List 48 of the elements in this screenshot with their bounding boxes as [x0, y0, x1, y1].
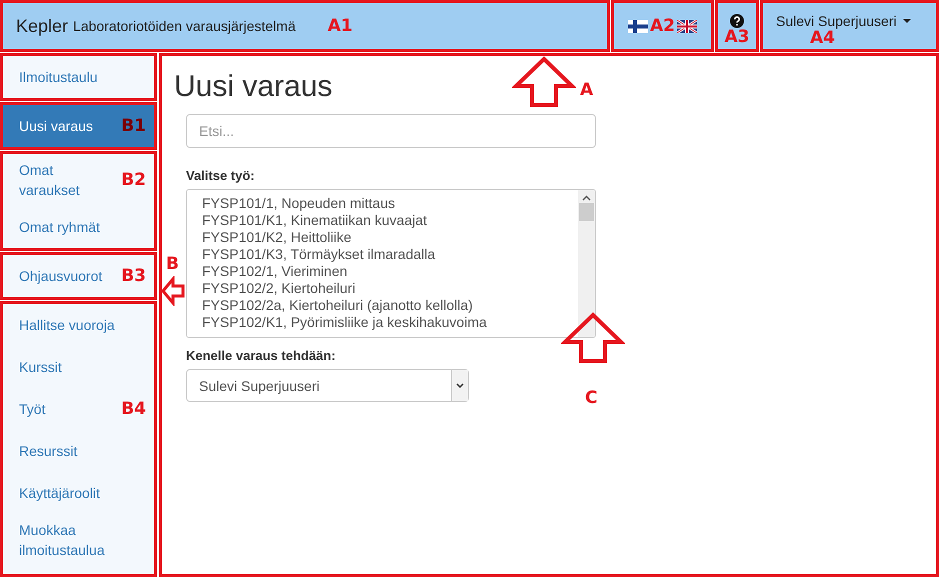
help-icon[interactable]	[730, 14, 744, 28]
job-option[interactable]: FYSP102/2a, Kiertoheiluri (ajanotto kellolla)	[202, 297, 563, 314]
job-option[interactable]: FYSP101/1, Nopeuden mittaus	[202, 195, 563, 212]
job-option[interactable]: FYSP101/K2, Heittoliike	[202, 229, 563, 246]
person-select[interactable]: Sulevi Superjuuseri	[186, 369, 469, 402]
field-label: Valitse työ:	[186, 168, 256, 183]
annotation-label: C	[585, 388, 598, 408]
scrollbar-thumb[interactable]	[579, 203, 594, 221]
annotation-label: A1	[328, 16, 353, 36]
search-field[interactable]: Etsi...	[186, 114, 596, 148]
annotation-label: A4	[810, 29, 835, 47]
annotation-label: A2	[650, 16, 675, 36]
annotation-arrow	[561, 312, 625, 364]
annotation-label: B4	[121, 399, 146, 419]
job-option[interactable]: FYSP102/2, Kiertoheiluri	[202, 280, 563, 297]
page-title: Uusi varaus	[174, 70, 332, 104]
caret-icon	[902, 19, 911, 23]
scroll-up-icon[interactable]	[582, 195, 591, 201]
sidebar-item[interactable]: Omat ryhmät	[3, 211, 146, 243]
uk-flag-icon[interactable]	[677, 20, 697, 32]
app-subtitle: Laboratoriotöiden varausjärjestelmä	[73, 18, 296, 34]
annotation-label: A	[580, 80, 594, 100]
sidebar-item[interactable]: Omat varaukset	[3, 154, 122, 206]
annotation-label: B2	[121, 170, 146, 190]
annotation-label: B1	[121, 116, 146, 136]
sidebar-item[interactable]: Resurssit	[3, 435, 146, 467]
job-option[interactable]: FYSP102/K1, Pyörimisliike ja keskihakuvoima	[202, 314, 563, 331]
annotation-label: B	[166, 254, 179, 274]
job-option[interactable]: FYSP101/K3, Törmäykset ilmaradalla	[202, 246, 563, 263]
sidebar-item[interactable]: Ilmoitustaulu	[3, 61, 146, 93]
sidebar-item[interactable]: Muokkaa ilmoitustaulua	[3, 514, 146, 566]
job-list[interactable]	[186, 189, 596, 338]
brand-name[interactable]: Kepler	[16, 16, 68, 36]
sidebar-item[interactable]: Hallitse vuoroja	[3, 309, 146, 341]
sidebar-item[interactable]: Ohjausvuorot	[3, 260, 122, 292]
sidebar-item[interactable]: Kurssit	[3, 351, 146, 383]
sidebar-item[interactable]: Käyttäjäroolit	[3, 477, 146, 509]
finnish-flag-icon[interactable]	[628, 20, 648, 32]
annotation-label: B3	[121, 266, 146, 286]
user-menu-button[interactable]: Sulevi Superjuuseri	[776, 13, 911, 29]
field-label: Kenelle varaus tehdään:	[186, 348, 337, 363]
annotation-arrow	[512, 56, 576, 108]
sidebar-item[interactable]: Työt	[3, 393, 122, 425]
chevron-down-icon	[456, 383, 464, 388]
job-option[interactable]: FYSP101/K1, Kinematiikan kuvaajat	[202, 212, 563, 229]
sidebar-item[interactable]: Uusi varaus	[3, 110, 122, 142]
job-option[interactable]: FYSP102/1, Vieriminen	[202, 263, 563, 280]
annotation-label: A3	[724, 28, 750, 46]
